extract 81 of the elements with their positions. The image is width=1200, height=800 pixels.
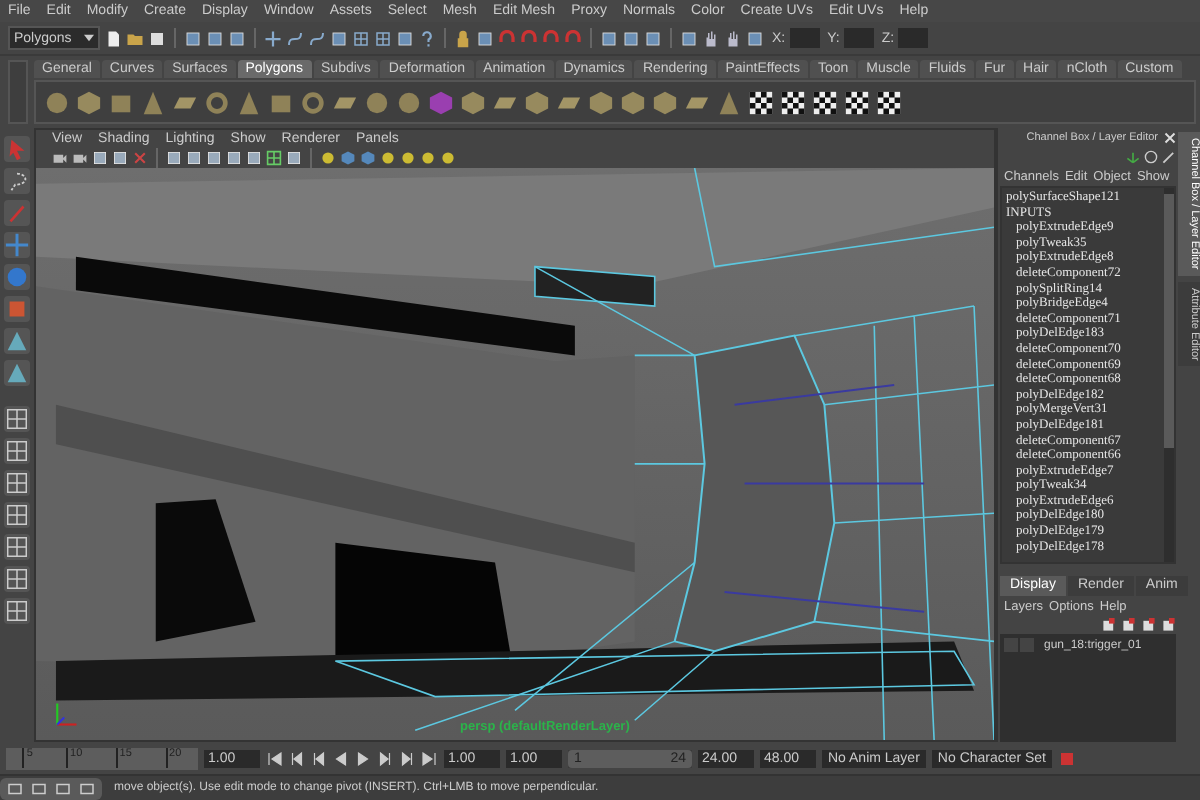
grid-icon[interactable] <box>374 29 392 47</box>
square-icon[interactable] <box>680 29 698 47</box>
layout-icon[interactable] <box>4 534 30 560</box>
grid-icon[interactable] <box>352 29 370 47</box>
coordinate-field[interactable] <box>789 28 820 48</box>
cube-icon[interactable] <box>76 89 102 115</box>
folder-icon[interactable] <box>126 29 144 47</box>
save-icon[interactable] <box>148 29 166 47</box>
checker-icon[interactable] <box>876 89 902 115</box>
layout-icon[interactable] <box>4 502 30 528</box>
camera-icon[interactable] <box>72 150 88 166</box>
step-back-icon[interactable] <box>288 749 306 767</box>
square-icon[interactable] <box>206 29 224 47</box>
caret-icon <box>84 34 94 42</box>
square-icon[interactable] <box>184 29 202 47</box>
cone-icon[interactable] <box>140 89 166 115</box>
torus-icon[interactable] <box>300 89 326 115</box>
coordinate-field[interactable] <box>898 28 929 48</box>
prev-key-icon[interactable] <box>310 749 328 767</box>
file-icon[interactable] <box>104 29 122 47</box>
cube-icon[interactable] <box>524 89 550 115</box>
step-forward-icon[interactable] <box>398 749 416 767</box>
pencil-icon[interactable] <box>1162 150 1176 164</box>
square-icon[interactable] <box>226 150 242 166</box>
square-icon[interactable] <box>112 150 128 166</box>
lasso-icon[interactable] <box>4 168 30 194</box>
play-icon[interactable] <box>354 749 372 767</box>
layout-icon[interactable] <box>4 406 30 432</box>
layer-tool-icon[interactable] <box>1122 618 1136 632</box>
layout-icon[interactable] <box>4 566 30 592</box>
sphere-icon[interactable] <box>364 89 390 115</box>
scrollbar[interactable] <box>1164 188 1174 562</box>
square-icon[interactable] <box>286 150 302 166</box>
checker-icon[interactable] <box>844 89 870 115</box>
cube-icon[interactable] <box>652 89 678 115</box>
square-icon[interactable] <box>228 29 246 47</box>
layout-icon[interactable] <box>4 598 30 624</box>
square-icon[interactable] <box>622 29 640 47</box>
hand-icon[interactable] <box>724 29 742 47</box>
cross-icon[interactable] <box>264 29 282 47</box>
layout-icon[interactable] <box>4 438 30 464</box>
question-icon[interactable] <box>418 29 436 47</box>
camera-icon[interactable] <box>52 150 68 166</box>
cube-icon[interactable] <box>588 89 614 115</box>
go-end-icon[interactable] <box>420 749 438 767</box>
layer-tool-icon[interactable] <box>1102 618 1116 632</box>
square-icon[interactable] <box>246 150 262 166</box>
square-icon[interactable] <box>600 29 618 47</box>
layout-icon[interactable] <box>4 470 30 496</box>
close-icon[interactable] <box>1164 132 1176 144</box>
square-icon[interactable] <box>206 150 222 166</box>
axis-gizmo-icon <box>52 700 80 728</box>
square-icon[interactable] <box>166 150 182 166</box>
grid-icon[interactable] <box>266 150 282 166</box>
hand-icon[interactable] <box>702 29 720 47</box>
square-icon[interactable] <box>746 29 764 47</box>
square-icon[interactable] <box>186 150 202 166</box>
cube-icon[interactable] <box>460 89 486 115</box>
square-icon[interactable] <box>330 29 348 47</box>
square-icon[interactable] <box>396 29 414 47</box>
square-icon[interactable] <box>644 29 662 47</box>
torus-icon[interactable] <box>204 89 230 115</box>
sphere-icon[interactable] <box>396 89 422 115</box>
cone-icon[interactable] <box>236 89 262 115</box>
lock-icon[interactable] <box>454 29 472 47</box>
square-icon[interactable] <box>476 29 494 47</box>
checker-icon[interactable] <box>780 89 806 115</box>
layer-tool-icon[interactable] <box>1162 618 1176 632</box>
cube-icon[interactable] <box>620 89 646 115</box>
sphere-icon[interactable] <box>320 150 336 166</box>
scrollbar-thumb[interactable] <box>1164 194 1174 448</box>
play-back-icon[interactable] <box>332 749 350 767</box>
checker-icon[interactable] <box>748 89 774 115</box>
checker-icon[interactable] <box>812 89 838 115</box>
coordinate-field[interactable] <box>843 28 874 48</box>
layer-tool-icon[interactable] <box>1142 618 1156 632</box>
square-icon[interactable] <box>92 150 108 166</box>
sphere-icon[interactable] <box>44 89 70 115</box>
circle-icon[interactable] <box>1144 150 1158 164</box>
go-start-icon[interactable] <box>266 749 284 767</box>
next-key-icon[interactable] <box>376 749 394 767</box>
